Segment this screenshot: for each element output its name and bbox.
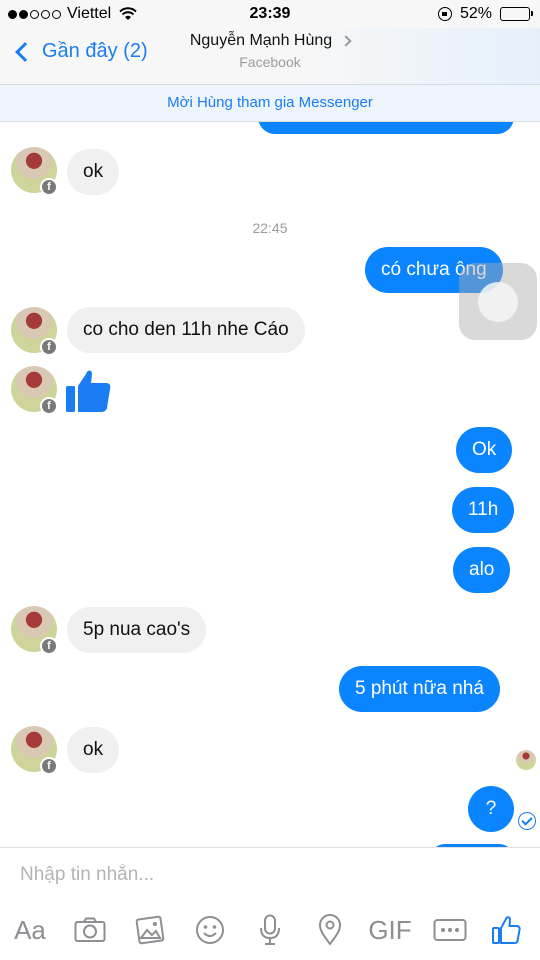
location-icon xyxy=(318,914,342,946)
composer: Aa xyxy=(0,847,540,960)
status-bar: Viettel 23:39 52% xyxy=(0,0,540,28)
facebook-badge-icon: f xyxy=(40,338,58,356)
more-button[interactable] xyxy=(430,910,470,950)
composer-toolbar: Aa GIF xyxy=(0,910,540,950)
send-like-button[interactable] xyxy=(486,910,526,950)
conversation-subtitle: Facebook xyxy=(239,54,301,70)
gif-icon: GIF xyxy=(368,914,412,945)
battery-icon xyxy=(500,7,533,21)
message-bubble-partial xyxy=(258,122,514,134)
like-icon xyxy=(492,916,521,944)
facebook-badge-icon: f xyxy=(40,178,58,196)
conversation-header[interactable]: Nguyễn Mạnh Hùng Facebook xyxy=(0,32,540,70)
conversation-title: Nguyễn Mạnh Hùng xyxy=(189,32,333,49)
text-format-button[interactable]: Aa xyxy=(10,910,50,950)
message-input[interactable] xyxy=(20,862,520,888)
message-bubble-incoming[interactable]: co cho den 11h nhe Cáo xyxy=(67,307,305,353)
sent-check-icon xyxy=(518,812,536,830)
message-bubble-outgoing[interactable]: ? xyxy=(468,786,514,832)
gif-button[interactable]: GIF xyxy=(366,910,414,950)
microphone-icon xyxy=(260,914,280,945)
camera-button[interactable] xyxy=(70,910,110,950)
emoji-icon xyxy=(196,916,224,944)
thumbs-up-sticker-icon[interactable] xyxy=(64,366,112,414)
message-bubble-outgoing[interactable]: 11h xyxy=(452,487,515,533)
seen-indicator-avatar xyxy=(516,750,536,770)
more-icon xyxy=(433,919,467,941)
navigation-bar: Gần đây (2) Nguyễn Mạnh Hùng Facebook xyxy=(0,28,540,84)
chevron-right-icon xyxy=(340,35,352,47)
location-button[interactable] xyxy=(310,910,350,950)
microphone-button[interactable] xyxy=(250,910,290,950)
message-bubble-incoming[interactable]: ok xyxy=(67,149,120,195)
message-bubble-incoming[interactable]: 5p nua cao's xyxy=(67,607,207,653)
status-right: 52% xyxy=(437,5,533,23)
message-bubble-outgoing[interactable]: Ok xyxy=(456,427,513,473)
facebook-badge-icon: f xyxy=(40,397,58,415)
text-format-icon: Aa xyxy=(14,914,46,945)
assistive-touch-button[interactable] xyxy=(459,263,537,340)
facebook-badge-icon: f xyxy=(40,637,58,655)
conversation-title-row[interactable]: Nguyễn Mạnh Hùng xyxy=(189,32,352,50)
emoji-button[interactable] xyxy=(190,910,230,950)
message-timestamp: 22:45 xyxy=(252,220,288,236)
message-list[interactable]: f ok 22:45 có chưa ông f co cho den 11h … xyxy=(0,122,540,847)
camera-icon xyxy=(74,917,106,942)
message-bubble-outgoing[interactable]: alo xyxy=(453,547,511,593)
invite-banner[interactable]: Mời Hùng tham gia Messenger xyxy=(0,84,540,122)
message-bubble-outgoing[interactable]: 5 phút nữa nhá xyxy=(339,666,500,712)
message-bubble-incoming[interactable]: ok xyxy=(67,727,120,773)
gallery-icon xyxy=(135,915,165,945)
gallery-button[interactable] xyxy=(130,910,170,950)
facebook-badge-icon: f xyxy=(40,757,58,775)
battery-percent: 52% xyxy=(459,5,492,22)
rotation-lock-icon xyxy=(437,7,452,21)
